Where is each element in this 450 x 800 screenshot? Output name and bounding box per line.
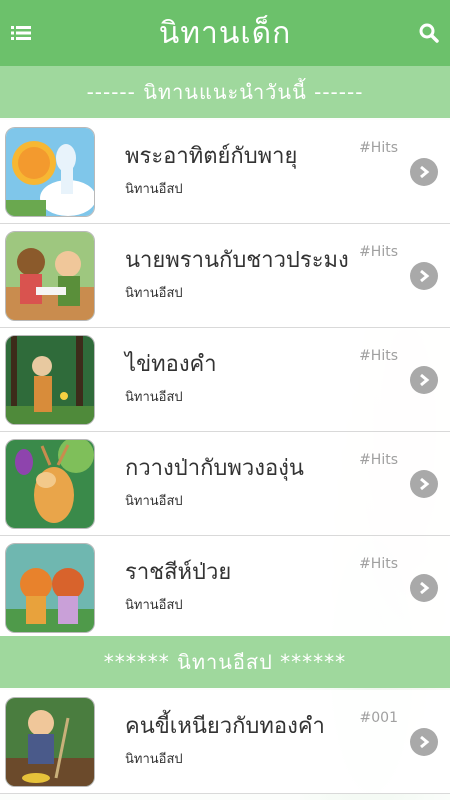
story-thumbnail [5,335,95,425]
list-item[interactable]: ไข่ทองคำ นิทานอีสป #Hits [0,328,450,432]
story-title: คนขี้เหนียวกับทองคำ [125,714,325,739]
chevron-right-icon[interactable] [410,728,438,756]
story-thumbnail [5,697,95,787]
story-category: นิทานอีสป [125,752,183,767]
chevron-right-icon[interactable] [410,366,438,394]
app-title: นิทานเด็ก [158,15,292,51]
story-category: นิทานอีสป [125,598,183,613]
section-header-aesop: ****** นิทานอีสป ****** [0,636,450,688]
app-screen: นิทานเด็ก ------ นิทานแนะนำวันนี้ ------… [0,0,450,800]
chevron-right-icon[interactable] [410,470,438,498]
list-item[interactable]: ราชสีห์ป่วย นิทานอีสป #Hits [0,536,450,640]
story-thumbnail [5,231,95,321]
story-title: ราชสีห์ป่วย [125,560,232,585]
story-category: นิทานอีสป [125,390,183,405]
chevron-right-icon[interactable] [410,574,438,602]
story-category: นิทานอีสป [125,286,183,301]
story-tag: #Hits [359,452,398,468]
story-thumbnail [5,127,95,217]
chevron-right-icon[interactable] [410,262,438,290]
story-title: กวางป่ากับพวงองุ่น [125,456,304,481]
story-thumbnail [5,439,95,529]
menu-button[interactable] [10,22,32,44]
section-header-recommended: ------ นิทานแนะนำวันนี้ ------ [0,66,450,118]
story-thumbnail [5,543,95,633]
story-category: นิทานอีสป [125,182,183,197]
story-tag: #Hits [359,556,398,572]
story-title: พระอาทิตย์กับพายุ [125,144,298,169]
list-item[interactable]: พระอาทิตย์กับพายุ นิทานอีสป #Hits [0,120,450,224]
story-tag: #Hits [359,244,398,260]
story-tag: #001 [359,710,398,726]
list-item[interactable]: นายพรานกับชาวประมง นิทานอีสป #Hits [0,224,450,328]
story-title: นายพรานกับชาวประมง [125,248,349,273]
top-bar: นิทานเด็ก [0,0,450,66]
story-category: นิทานอีสป [125,494,183,509]
list-menu-icon [11,26,31,40]
story-tag: #Hits [359,348,398,364]
story-tag: #Hits [359,140,398,156]
search-icon [419,23,439,43]
chevron-right-icon[interactable] [410,158,438,186]
search-button[interactable] [418,22,440,44]
list-item[interactable]: กวางป่ากับพวงองุ่น นิทานอีสป #Hits [0,432,450,536]
list-item[interactable]: คนขี้เหนียวกับทองคำ นิทานอีสป #001 [0,690,450,794]
story-title: ไข่ทองคำ [125,352,217,377]
